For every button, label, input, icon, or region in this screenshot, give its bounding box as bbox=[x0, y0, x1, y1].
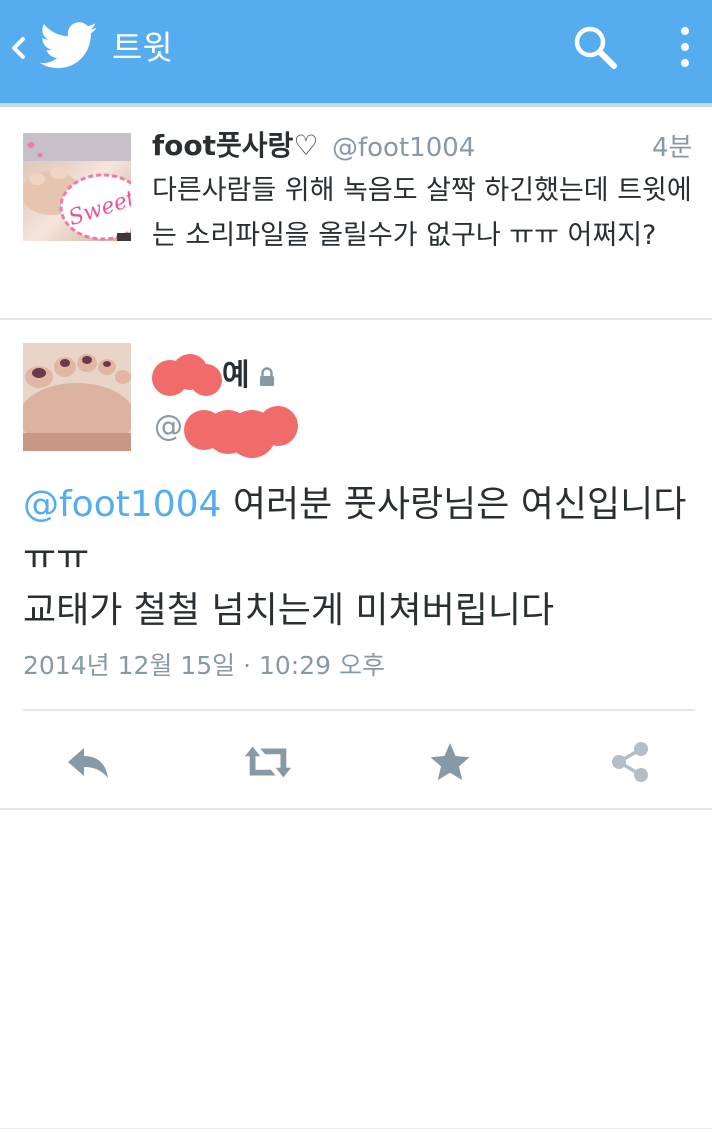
author-handle: @ bbox=[154, 409, 183, 443]
reply-button[interactable] bbox=[62, 736, 114, 788]
retweet-button[interactable] bbox=[242, 736, 294, 788]
page-title: 트윗 bbox=[112, 28, 173, 67]
tweet-actions bbox=[0, 720, 712, 808]
redaction-mark bbox=[152, 354, 222, 396]
divider bbox=[0, 808, 712, 810]
tweet-timestamp: 2014년 12월 15일 · 10:29 오후 bbox=[23, 651, 385, 680]
lock-icon bbox=[260, 367, 274, 386]
reply-icon bbox=[68, 748, 108, 778]
avatar-image: Sweet bbox=[23, 133, 131, 241]
favorite-button[interactable] bbox=[424, 736, 476, 788]
avatar-image bbox=[23, 343, 131, 451]
avatar[interactable]: Sweet bbox=[23, 133, 131, 241]
app-bar: 트윗 bbox=[0, 0, 712, 103]
overflow-menu-icon[interactable] bbox=[672, 22, 698, 72]
twitter-bird-icon bbox=[40, 22, 97, 69]
chevron-left-icon[interactable] bbox=[6, 28, 32, 68]
tweet-time: 4분 bbox=[652, 133, 693, 163]
redaction-mark bbox=[184, 406, 298, 458]
author-name[interactable]: foot풋사랑♡ bbox=[152, 127, 318, 165]
tweet-text: @foot1004 여러분 풋사랑님은 여신입니다ㅠㅠ 교태가 철철 넘치는게 … bbox=[23, 478, 688, 637]
divider bbox=[0, 1128, 712, 1129]
share-icon bbox=[612, 742, 648, 782]
share-button[interactable] bbox=[604, 736, 656, 788]
search-icon[interactable] bbox=[570, 22, 620, 72]
mention-link[interactable]: @foot1004 bbox=[23, 484, 221, 525]
avatar[interactable] bbox=[23, 343, 131, 451]
divider bbox=[23, 709, 695, 711]
tweet-text: 다른사람들 위해 녹음도 살짝 하긴했는데 트윗에는 소리파일을 올릴수가 없구… bbox=[152, 175, 692, 251]
author-handle[interactable]: @foot1004 bbox=[332, 130, 475, 166]
retweet-icon bbox=[244, 746, 292, 778]
author-name: 예 bbox=[222, 358, 250, 393]
divider bbox=[0, 318, 712, 320]
favorite-star-icon bbox=[430, 743, 470, 780]
